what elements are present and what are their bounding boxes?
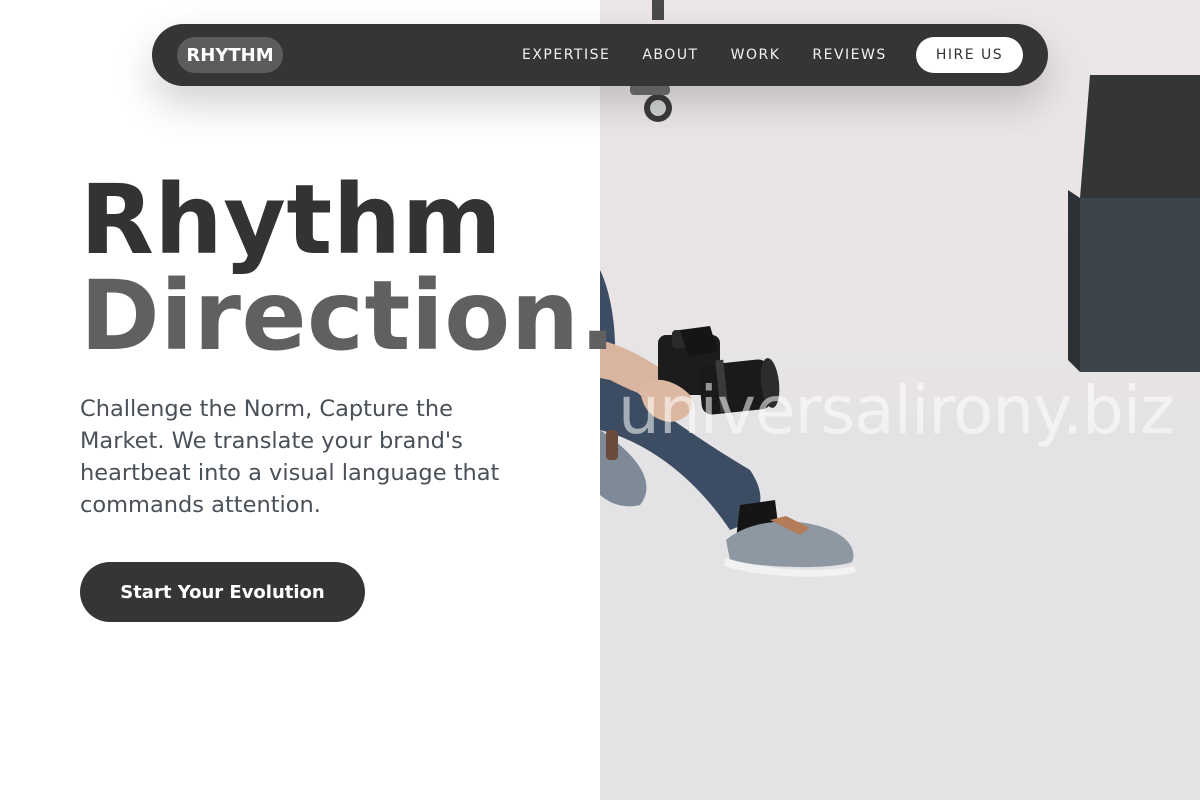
hero-title-line-1: Rhythm: [80, 164, 503, 276]
hero-title-line-2: Direction.: [80, 260, 617, 372]
hero-title: Rhythm Direction.: [80, 172, 617, 364]
hire-us-button[interactable]: HIRE US: [916, 37, 1023, 73]
nav-links: EXPERTISE ABOUT WORK REVIEWS: [522, 24, 919, 86]
watermark-text: universalirony.biz: [618, 372, 1175, 449]
hero-subtitle: Challenge the Norm, Capture the Market. …: [80, 396, 500, 518]
start-evolution-button[interactable]: Start Your Evolution: [80, 562, 365, 622]
nav-link-work[interactable]: WORK: [731, 47, 781, 63]
nav-link-about[interactable]: ABOUT: [642, 47, 698, 63]
nav-link-reviews[interactable]: REVIEWS: [812, 47, 886, 63]
nav-link-expertise[interactable]: EXPERTISE: [522, 47, 610, 63]
brand-logo[interactable]: RHYTHM: [177, 37, 283, 73]
top-navigation: RHYTHM EXPERTISE ABOUT WORK REVIEWS HIRE…: [152, 24, 1048, 86]
